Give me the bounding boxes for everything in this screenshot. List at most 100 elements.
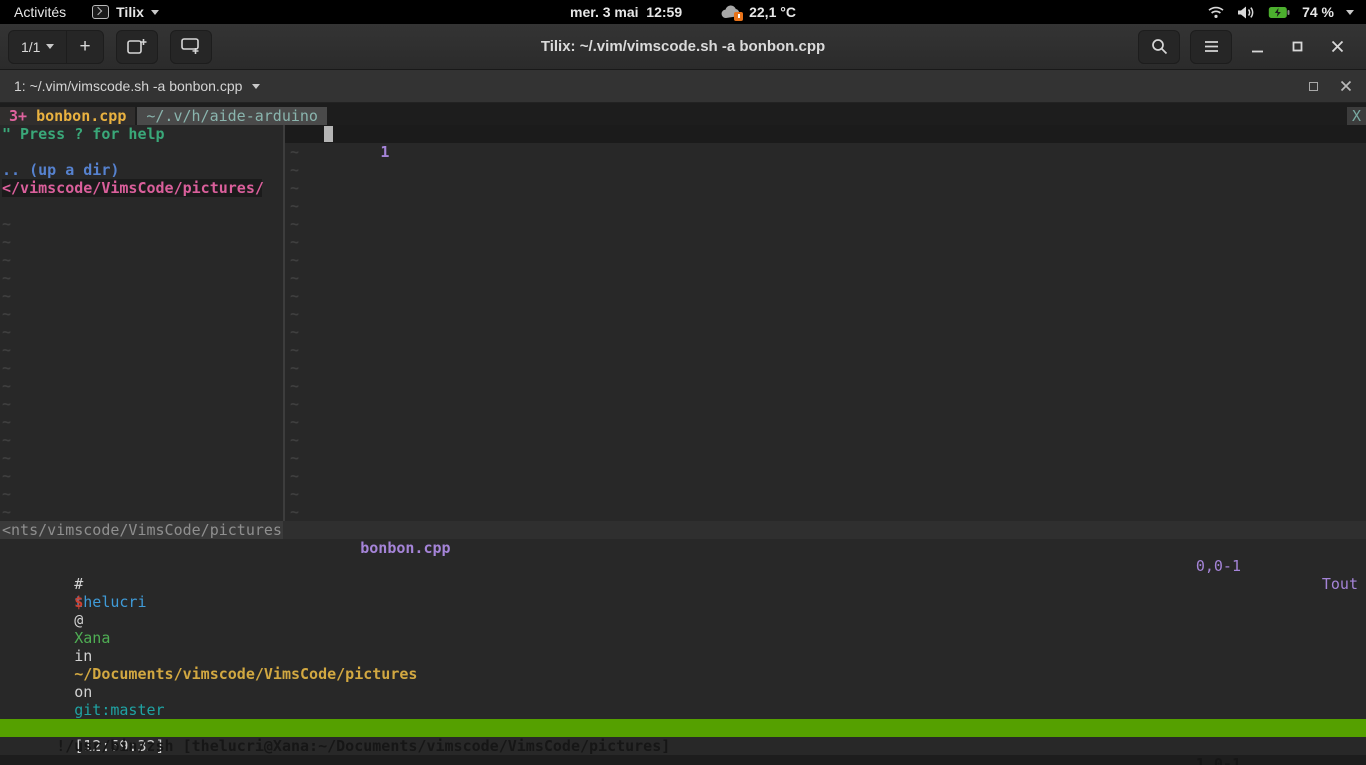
- new-session-button[interactable]: +: [67, 31, 102, 63]
- tilde-row: ~: [0, 215, 283, 233]
- blank-line: [0, 539, 1366, 557]
- tilde-row: ~: [285, 395, 1366, 413]
- vim-tab-inactive[interactable]: ~/.v/h/aide-arduino: [137, 107, 327, 125]
- tilde-row: ~: [0, 269, 283, 287]
- prompt-user: thelucri: [74, 593, 146, 611]
- chevron-down-icon: [46, 44, 54, 49]
- hamburger-menu-icon: [1204, 40, 1219, 53]
- prompt-path: ~/Documents/vimscode/VimsCode/pictures: [74, 665, 417, 683]
- menu-button[interactable]: [1190, 30, 1232, 64]
- tilde-row: ~: [285, 197, 1366, 215]
- split-down-button[interactable]: [170, 30, 212, 64]
- gnome-top-bar: Activités Tilix mer. 3 mai 12:59 22,1 °C: [0, 0, 1366, 24]
- prompt-on: on: [74, 683, 92, 701]
- minimize-button[interactable]: [1242, 32, 1272, 62]
- tilde-row: ~: [285, 341, 1366, 359]
- vim-tabline: 3+ bonbon.cpp ~/.v/h/aide-arduino X: [0, 107, 1366, 125]
- tilix-header-bar: 1/1 + Tilix: ~/.vim: [0, 24, 1366, 70]
- tilde-row: ~: [0, 251, 283, 269]
- tilde-row: ~: [285, 431, 1366, 449]
- tilde-row: ~: [285, 233, 1366, 251]
- nerdtree-pane[interactable]: " Press ? for help .. (up a dir) </vimsc…: [0, 125, 283, 521]
- system-status-area[interactable]: 74 %: [1207, 4, 1366, 20]
- session-counter-button[interactable]: 1/1: [9, 31, 66, 63]
- wifi-icon: [1207, 5, 1225, 19]
- battery-charging-icon: [1268, 6, 1290, 19]
- terminal-buffer-title: !/usr/bin/zsh [thelucri@Xana:~/Documents…: [56, 737, 670, 755]
- terminal-viewport[interactable]: 3+ bonbon.cpp ~/.v/h/aide-arduino X " Pr…: [0, 103, 1366, 765]
- maximize-terminal-icon[interactable]: [1309, 82, 1318, 91]
- chevron-down-icon: [252, 84, 260, 89]
- shell-pane[interactable]: # thelucri @ Xana in ~/Documents/vimscod…: [0, 539, 1366, 719]
- nerdtree-tilde-rows: ~~~~~~~~~~~~~~~~~: [0, 215, 283, 521]
- tilde-row: ~: [285, 467, 1366, 485]
- blank-line: [0, 143, 283, 161]
- buffer-tilde-rows: ~~~~~~~~~~~~~~~~~~~~~: [285, 143, 1366, 521]
- vim-tabline-close[interactable]: X: [1347, 107, 1366, 125]
- tilde-row: ~: [285, 377, 1366, 395]
- statusline-nerdtree: <nts/vimscode/VimsCode/pictures: [0, 521, 283, 539]
- app-menu-button[interactable]: Tilix: [92, 4, 159, 20]
- statusline-position: Tout: [1322, 575, 1358, 593]
- tilde-row: ~: [0, 395, 283, 413]
- tilde-row: ~: [285, 323, 1366, 341]
- statusline-ruler: 0,0-1: [1196, 557, 1241, 575]
- maximize-button[interactable]: [1282, 32, 1312, 62]
- prompt-dollar: $: [72, 593, 83, 611]
- terminal-tab[interactable]: 1: ~/.vim/vimscode.sh -a bonbon.cpp: [0, 78, 260, 94]
- chevron-down-icon: [151, 10, 159, 15]
- session-switcher-group: 1/1 +: [8, 30, 104, 64]
- shell-prompt-line2: $: [0, 575, 1366, 593]
- weather-cloud-icon: [720, 4, 742, 20]
- split-terminal-down-icon: [181, 38, 201, 55]
- desktop: Activités Tilix mer. 3 mai 12:59 22,1 °C: [0, 0, 1366, 765]
- prompt-host: Xana: [74, 629, 110, 647]
- vim-tab-active[interactable]: 3+ bonbon.cpp: [0, 107, 135, 125]
- tilde-row: ~: [285, 359, 1366, 377]
- vim-tabline-fill: [327, 107, 1347, 125]
- vim-cursor: [324, 126, 333, 142]
- tilde-row: ~: [0, 485, 283, 503]
- terminal-buffer-statusline: !/usr/bin/zsh [thelucri@Xana:~/Documents…: [0, 719, 1366, 737]
- tilde-row: ~: [285, 305, 1366, 323]
- terminal-tab-bar: 1: ~/.vim/vimscode.sh -a bonbon.cpp: [0, 70, 1366, 103]
- nerdtree-up-dir[interactable]: .. (up a dir): [0, 161, 283, 179]
- close-icon: [1331, 40, 1344, 53]
- shell-prompt-line: # thelucri @ Xana in ~/Documents/vimscod…: [0, 557, 1366, 575]
- session-counter-label: 1/1: [21, 39, 40, 55]
- split-terminal-right-icon: [127, 38, 147, 55]
- tilde-row: ~: [0, 413, 283, 431]
- tilde-row: ~: [285, 143, 1366, 161]
- split-right-button[interactable]: [116, 30, 158, 64]
- prompt-git-branch: git:master: [74, 701, 164, 719]
- weather-widget[interactable]: 22,1 °C: [720, 4, 796, 20]
- close-button[interactable]: [1322, 32, 1352, 62]
- tilde-row: ~: [285, 179, 1366, 197]
- tilde-row: ~: [0, 341, 283, 359]
- tilde-row: ~: [0, 377, 283, 395]
- tilde-row: ~: [285, 449, 1366, 467]
- search-button[interactable]: [1138, 30, 1180, 64]
- vim-windows: " Press ? for help .. (up a dir) </vimsc…: [0, 125, 1366, 521]
- tilde-row: ~: [0, 467, 283, 485]
- prompt-in: in: [74, 647, 92, 665]
- minimize-icon: [1251, 41, 1264, 53]
- statusline-filename: bonbon.cpp: [360, 539, 450, 557]
- app-menu-label: Tilix: [116, 4, 144, 20]
- volume-icon: [1237, 5, 1256, 20]
- tilde-row: ~: [0, 305, 283, 323]
- nerdtree-root-line[interactable]: </vimscode/VimsCode/pictures/: [0, 179, 283, 197]
- tilix-app-icon: [92, 5, 109, 19]
- vim-edit-pane[interactable]: 1 ~~~~~~~~~~~~~~~~~~~~~: [285, 125, 1366, 521]
- clock[interactable]: mer. 3 mai 12:59: [570, 4, 682, 20]
- prompt-hash: #: [74, 575, 83, 593]
- nerdtree-root-label: </vimscode/VimsCode/pictures/: [2, 179, 262, 197]
- vim-tab-flag: 3+: [9, 107, 27, 125]
- tilde-row: ~: [285, 485, 1366, 503]
- chevron-down-icon: [1346, 10, 1354, 15]
- vim-cursor-line: 1: [285, 125, 1366, 143]
- blank-line: [0, 197, 283, 215]
- activities-button[interactable]: Activités: [14, 4, 66, 20]
- maximize-icon: [1292, 41, 1303, 52]
- close-terminal-icon[interactable]: [1340, 80, 1352, 92]
